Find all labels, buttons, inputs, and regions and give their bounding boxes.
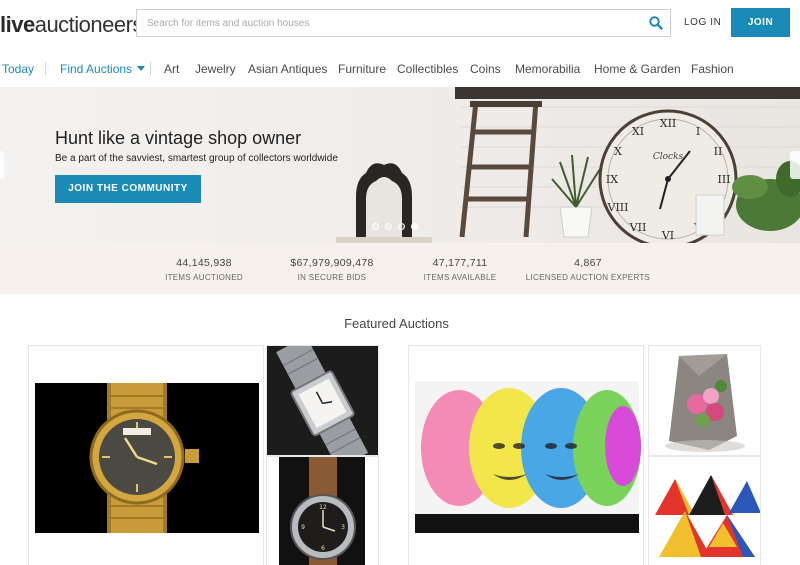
logo-bold: live [0, 12, 35, 37]
stat-label: ITEMS AUCTIONED [165, 273, 243, 282]
stat-label: ITEMS AVAILABLE [423, 273, 497, 282]
svg-text:6: 6 [321, 545, 325, 552]
svg-text:VII: VII [629, 221, 647, 234]
svg-text:XI: XI [632, 125, 644, 138]
search-icon[interactable] [648, 15, 664, 31]
featured-item-pilot-watch[interactable]: 12 6 9 3 [266, 456, 379, 565]
nav-divider [45, 62, 46, 75]
stat-value: 4,867 [574, 257, 602, 269]
nav-collectibles[interactable]: Collectibles [397, 62, 458, 76]
nav-fashion[interactable]: Fashion [691, 62, 734, 76]
nav-art[interactable]: Art [164, 62, 179, 76]
svg-text:I: I [696, 125, 700, 138]
svg-text:X: X [614, 145, 622, 158]
hero-subtitle: Be a part of the savviest, smartest grou… [55, 153, 338, 164]
svg-text:12: 12 [319, 504, 327, 511]
pilot-watch-image: 12 6 9 3 [267, 457, 378, 565]
logo[interactable]: liveauctioneers [0, 12, 143, 38]
nav-home-garden[interactable]: Home & Garden [594, 62, 681, 76]
header: liveauctioneers LOG IN JOIN [0, 0, 800, 48]
carousel-dot-active[interactable] [411, 223, 418, 230]
nav-jewelry[interactable]: Jewelry [195, 62, 236, 76]
nav-divider [150, 62, 151, 75]
featured-auctions-heading: Featured Auctions [344, 316, 449, 331]
nav-today[interactable]: Today [2, 62, 34, 76]
nav-find-auctions-label: Find Auctions [60, 62, 133, 76]
svg-text:VI: VI [661, 229, 674, 242]
category-nav: Today Find Auctions Art Jewelry Asian An… [0, 56, 800, 82]
featured-item-sculpture[interactable] [648, 345, 761, 456]
carousel-next-arrow[interactable] [790, 151, 800, 179]
featured-item-steel-watch[interactable] [266, 345, 379, 456]
nav-furniture[interactable]: Furniture [338, 62, 386, 76]
stat-value: $67,979,909,478 [290, 257, 374, 269]
stat-value: 47,177,711 [432, 257, 488, 269]
login-link[interactable]: LOG IN [684, 17, 722, 28]
svg-text:IX: IX [606, 173, 618, 186]
join-community-button[interactable]: JOIN THE COMMUNITY [55, 175, 201, 203]
stats-bar: 44,145,938 ITEMS AUCTIONED $67,979,909,4… [0, 243, 800, 294]
search-input[interactable] [137, 10, 637, 36]
featured-item-pop-art[interactable] [408, 345, 644, 565]
svg-text:VIII: VIII [607, 201, 629, 214]
featured-item-gold-watch[interactable] [28, 345, 264, 565]
stat-label: IN SECURE BIDS [297, 273, 367, 282]
search-bar [136, 9, 671, 37]
carousel-dot[interactable] [385, 223, 392, 230]
carousel-prev-arrow[interactable] [0, 151, 4, 179]
svg-text:3: 3 [341, 524, 345, 531]
logo-light: auctioneers [34, 12, 144, 37]
stat-items-available: 47,177,711 ITEMS AVAILABLE [410, 257, 510, 282]
stat-secure-bids: $67,979,909,478 IN SECURE BIDS [262, 257, 402, 282]
carousel-dot[interactable] [398, 223, 405, 230]
nav-coins[interactable]: Coins [470, 62, 501, 76]
gold-watch-image [35, 383, 259, 533]
pop-art-image [415, 381, 641, 533]
nav-find-auctions[interactable]: Find Auctions [60, 62, 146, 76]
stat-value: 44,145,938 [176, 257, 232, 269]
nav-asian-antiques[interactable]: Asian Antiques [248, 62, 327, 76]
chevron-down-icon [137, 66, 146, 71]
clock-brand-text: Clocks [653, 152, 684, 162]
hero-image: XIIIII IIIIVV VIVIIVIII IXXXI Clocks [0, 87, 800, 243]
featured-item-pyramids[interactable] [648, 456, 761, 565]
hero-title: Hunt like a vintage shop owner [55, 128, 302, 148]
steel-watch-image [267, 346, 378, 455]
svg-text:9: 9 [301, 524, 305, 531]
nav-memorabilia[interactable]: Memorabilia [515, 62, 580, 76]
svg-text:II: II [714, 145, 723, 158]
hero-banner: XIIIII IIIIVV VIVIIVIII IXXXI Clocks Hun… [0, 87, 800, 243]
carousel-dot[interactable] [372, 223, 379, 230]
svg-text:III: III [717, 173, 730, 186]
pyramids-image [649, 457, 760, 565]
stat-items-auctioned: 44,145,938 ITEMS AUCTIONED [154, 257, 254, 282]
stat-auction-experts: 4,867 LICENSED AUCTION EXPERTS [520, 257, 656, 282]
svg-text:XII: XII [660, 117, 677, 130]
join-button[interactable]: JOIN [731, 8, 790, 37]
sculpture-image [649, 346, 760, 455]
stat-label: LICENSED AUCTION EXPERTS [525, 273, 651, 282]
